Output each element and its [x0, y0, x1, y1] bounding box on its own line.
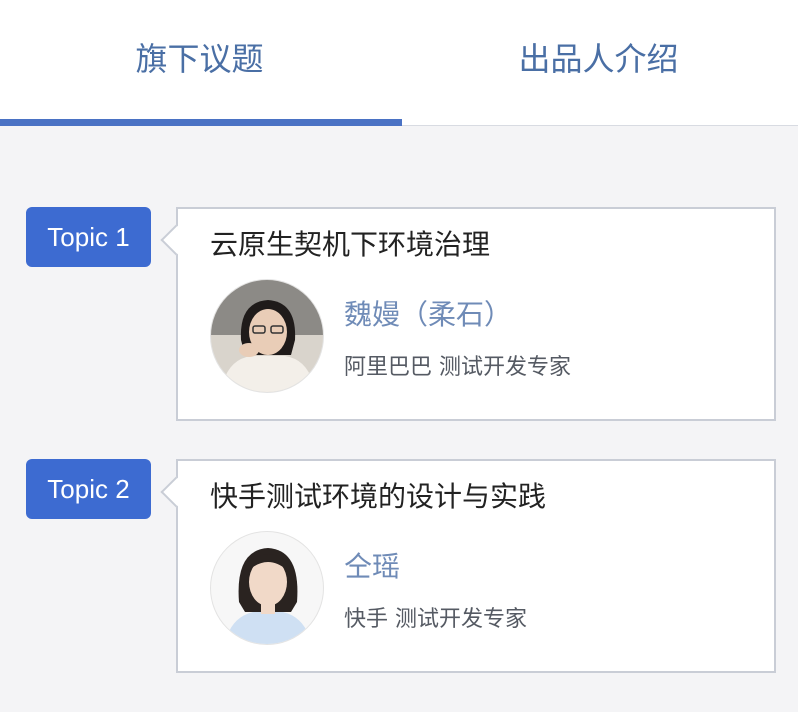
topic-title: 快手测试环境的设计与实践 — [210, 480, 547, 513]
speaker-affiliation: 快手 测试开发专家 — [344, 607, 527, 632]
speaker-photo-icon — [210, 279, 324, 393]
speaker-name[interactable]: 仝瑶 — [344, 545, 400, 585]
tab-bar: 旗下议题 出品人介绍 — [0, 0, 798, 126]
topic-card[interactable]: 快手测试环境的设计与实践 仝瑶 快手 测试开发专家 — [160, 459, 776, 673]
speaker-affiliation: 阿里巴巴 测试开发专家 — [344, 355, 571, 380]
tab-topics[interactable]: 旗下议题 — [0, 0, 399, 120]
tab-producer-intro[interactable]: 出品人介绍 — [399, 0, 798, 120]
topic-badge: Topic 2 — [26, 459, 151, 519]
speaker-photo-icon — [210, 531, 324, 645]
topic-title: 云原生契机下环境治理 — [210, 228, 491, 261]
card-pointer — [160, 224, 192, 256]
active-tab-indicator — [0, 119, 402, 126]
card-pointer — [160, 476, 192, 508]
speaker-name[interactable]: 魏嫚（柔石） — [344, 293, 512, 333]
topic-badge: Topic 1 — [26, 207, 151, 267]
topic-card[interactable]: 云原生契机下环境治理 魏嫚（柔石） 阿里巴巴 测试开发专家 — [160, 207, 776, 421]
